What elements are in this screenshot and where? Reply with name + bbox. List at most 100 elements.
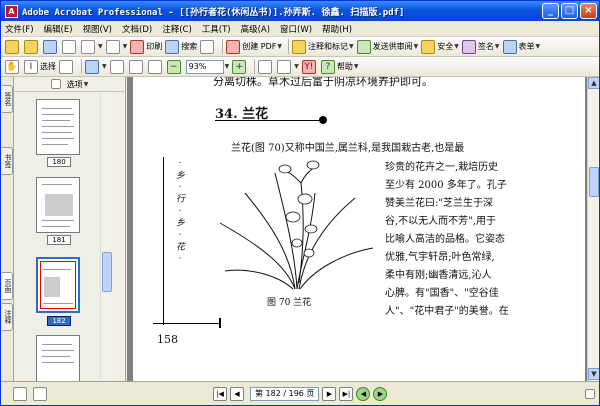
menu-advanced[interactable]: 高级(A) <box>241 23 270 35</box>
save-button[interactable] <box>43 38 59 55</box>
view-icon <box>277 59 292 74</box>
heading-dot <box>319 116 327 124</box>
minus-icon: − <box>166 59 181 74</box>
paperclip-icon <box>105 39 120 54</box>
forms-button[interactable]: 表单 ▼ <box>502 38 540 55</box>
menu-document[interactable]: 文档(D) <box>122 23 152 35</box>
first-page-button[interactable]: |◀ <box>213 386 227 401</box>
print-production-button[interactable]: 印刷 <box>130 38 162 55</box>
document-scrollbar[interactable]: ▲ ▼ <box>587 77 599 381</box>
scroll-down-button[interactable]: ▼ <box>588 368 599 380</box>
resize-grip-icon[interactable] <box>585 388 595 399</box>
folder-open-icon <box>5 39 19 54</box>
maximize-button[interactable]: □ <box>561 3 578 19</box>
rotate-icon <box>258 59 273 74</box>
menu-bar: 文件(F) 编辑(E) 视图(V) 文档(D) 注释(C) 工具(T) 高级(A… <box>1 21 599 37</box>
menu-tools[interactable]: 工具(T) <box>202 23 231 35</box>
yahoo-button[interactable]: Y! <box>301 58 318 75</box>
fit-width-button[interactable] <box>147 58 164 75</box>
send-review-button[interactable]: 发送供审阅 ▼ <box>356 38 418 55</box>
previous-view-button[interactable]: ◀ <box>356 386 371 401</box>
help-button[interactable]: ? 帮助 ▼ <box>320 58 359 75</box>
text-cursor-icon: I <box>24 59 38 74</box>
pdf-page[interactable]: 分离切株。草木过后富于阴凉环境养护即可。 34. 兰花 兰花(图 70)又称中国… <box>133 77 585 381</box>
scroll-up-button[interactable]: ▲ <box>588 77 599 89</box>
page-number-field[interactable]: 第 182 / 196 页 <box>250 386 320 401</box>
help-icon: ? <box>320 59 335 74</box>
document-scroll-thumb[interactable] <box>589 167 599 197</box>
menu-comments[interactable]: 注释(C) <box>162 23 192 35</box>
status-bar: |◀ ◀ 第 182 / 196 页 ▶ ▶| ◀ ▶ <box>1 381 599 405</box>
page-indicator: 182 / 196 页 <box>265 388 315 398</box>
tab-pages[interactable]: 页面 <box>2 272 13 300</box>
view-button[interactable]: ▼ <box>277 58 299 75</box>
close-button[interactable]: × <box>580 3 597 19</box>
acrobat-logo-icon: A <box>5 4 18 18</box>
page-thumb-183[interactable] <box>36 335 80 385</box>
menu-help[interactable]: 帮助(H) <box>322 23 352 35</box>
create-button[interactable] <box>24 38 40 55</box>
secure-button[interactable]: 安全 ▼ <box>421 38 459 55</box>
minimize-button[interactable]: _ <box>542 3 559 19</box>
menu-file[interactable]: 文件(F) <box>5 23 34 35</box>
body-line-2: 珍贵的花卉之一,栽培历史 <box>385 162 499 173</box>
rotate-button[interactable] <box>258 58 274 75</box>
options-menu[interactable]: 选项 <box>67 79 83 90</box>
page-layout-icon[interactable] <box>13 386 27 401</box>
pages-scrollbar[interactable] <box>100 92 112 381</box>
hand-tool-button[interactable]: ✋ <box>5 58 21 75</box>
trash-icon[interactable] <box>50 79 61 89</box>
menu-edit[interactable]: 编辑(E) <box>44 23 73 35</box>
page-thumb-181[interactable] <box>36 177 80 233</box>
page-label-182[interactable]: 182 <box>47 316 71 326</box>
figure-caption: 图 70 兰花 <box>267 298 312 308</box>
zoom-tool-button[interactable]: ▼ <box>85 58 107 75</box>
actual-size-button[interactable] <box>109 58 126 75</box>
next-page-button[interactable]: ▶ <box>322 386 337 401</box>
page-thumb-180[interactable] <box>36 99 80 155</box>
tab-comments[interactable]: 注释 <box>2 303 13 331</box>
select-label: 选择 <box>40 62 56 71</box>
create-pdf-button[interactable]: 创建 PDF ▼ <box>226 38 282 55</box>
page-label-180[interactable]: 180 <box>47 157 71 167</box>
zoom-field[interactable]: 93% ▼ <box>185 58 229 75</box>
disk-icon <box>43 39 57 54</box>
page-prefix: 第 <box>255 388 263 398</box>
sign-button[interactable]: 签名 ▼ <box>461 38 500 55</box>
menu-window[interactable]: 窗口(W) <box>280 23 312 35</box>
select-tool-button[interactable]: I 选择 <box>24 58 56 75</box>
tab-bookmarks[interactable]: 书签 <box>2 147 13 175</box>
tab-signatures[interactable]: 签名 <box>2 85 13 113</box>
body-line-7: 优雅,气宇轩昂;叶色常绿, <box>385 252 495 263</box>
body-line-6: 比喻人高洁的品格。它姿态 <box>385 234 505 245</box>
footer-tick <box>219 318 221 328</box>
snapshot-button[interactable] <box>59 58 75 75</box>
zoom-value[interactable]: 93% <box>185 59 224 74</box>
email-button[interactable]: ▼ <box>81 38 103 55</box>
last-page-button[interactable]: ▶| <box>339 386 354 401</box>
zoom-in-button[interactable]: + <box>232 58 248 75</box>
menu-view[interactable]: 视图(V) <box>83 23 112 35</box>
page-thumb-182[interactable] <box>36 257 80 313</box>
document-view[interactable]: 分离切株。草木过后富于阴凉环境养护即可。 34. 兰花 兰花(图 70)又称中国… <box>127 77 587 381</box>
footer-rule <box>153 323 221 324</box>
pages-scroll-thumb[interactable] <box>102 252 112 292</box>
search-button[interactable]: 搜索 <box>165 38 197 55</box>
open-button[interactable] <box>5 38 21 55</box>
title-bar[interactable]: A Adobe Acrobat Professional - [[孙行者花(休闲… <box>1 1 599 21</box>
attach-button[interactable]: ▼ <box>105 38 127 55</box>
page-size-icon[interactable] <box>33 386 47 401</box>
fit-page-icon <box>128 59 143 74</box>
window-title: Adobe Acrobat Professional - [[孙行者花(休闲丛书… <box>22 7 405 18</box>
misc-button[interactable] <box>200 38 216 55</box>
zoom-out-button[interactable]: − <box>166 58 183 75</box>
comment-markup-button[interactable]: 注释和标记 ▼ <box>292 38 354 55</box>
orchid-illustration <box>219 160 374 290</box>
fit-page-button[interactable] <box>128 58 145 75</box>
next-view-button[interactable]: ▶ <box>373 386 388 401</box>
print-button[interactable] <box>62 38 78 55</box>
previous-page-button[interactable]: ◀ <box>230 386 244 401</box>
body-line-10: 人"、"花中君子"的美誉。在 <box>385 306 509 317</box>
page-label-181[interactable]: 181 <box>47 235 71 245</box>
pages-panel-header: 选项 ▼ <box>14 77 125 92</box>
